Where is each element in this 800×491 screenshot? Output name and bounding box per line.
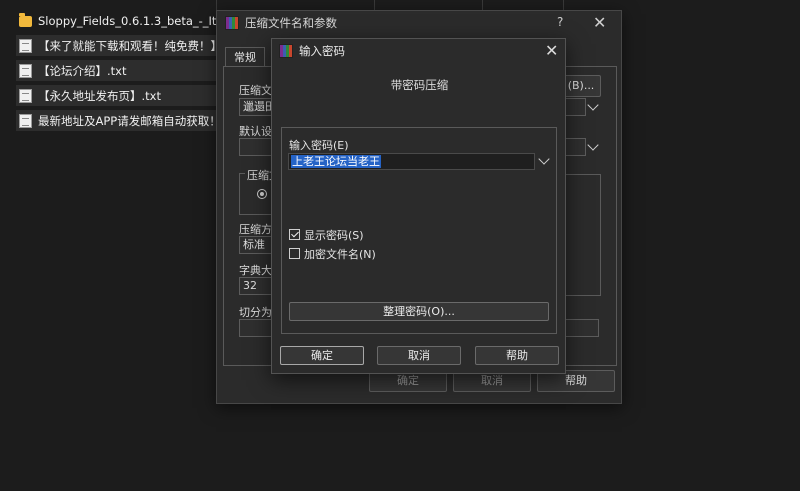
column-divider <box>374 0 375 10</box>
file-item[interactable]: 【来了就能下载和观看！纯免费！】.txt <box>16 35 221 56</box>
show-password-label[interactable]: 显示密码(S) <box>304 227 364 243</box>
winrar-icon <box>279 44 293 58</box>
password-input[interactable]: 上老王论坛当老王 <box>288 153 535 170</box>
password-label: 输入密码(E) <box>289 139 349 152</box>
help-icon[interactable]: ? <box>557 15 563 29</box>
method-label: 压缩方 <box>239 223 272 236</box>
tab-general[interactable]: 常规 <box>225 47 265 67</box>
file-item[interactable]: Sloppy_Fields_0.6.1.3_beta_-_Itch <box>16 10 221 31</box>
password-value: 上老王论坛当老王 <box>291 155 381 168</box>
split-field-end <box>561 319 599 337</box>
encrypt-filenames-checkbox[interactable] <box>289 248 300 259</box>
close-icon[interactable]: ✕ <box>593 13 606 32</box>
ok-button[interactable]: 确定 <box>280 346 364 365</box>
file-item[interactable]: 最新地址及APP请发邮箱自动获取！！ <box>16 110 221 131</box>
browse-button[interactable]: (B)... <box>561 75 601 97</box>
dialog-title: 输入密码 <box>299 44 345 58</box>
organize-passwords-button[interactable]: 整理密码(O)... <box>289 302 549 321</box>
dialog-titlebar: 输入密码 <box>272 39 565 63</box>
show-password-checkbox[interactable] <box>289 229 300 240</box>
folder-icon <box>19 12 32 27</box>
text-file-icon <box>19 38 32 53</box>
file-item[interactable]: 【论坛介绍】.txt <box>16 60 221 81</box>
dictionary-label: 字典大 <box>239 264 272 277</box>
dialog-title: 压缩文件名和参数 <box>245 16 337 30</box>
column-divider <box>482 0 483 10</box>
text-file-icon <box>19 88 32 103</box>
options-group-box <box>561 174 601 296</box>
text-file-icon <box>19 63 32 78</box>
help-button[interactable]: 帮助 <box>475 346 559 365</box>
default-settings-label: 默认设 <box>239 125 272 138</box>
file-name: 最新地址及APP请发邮箱自动获取！！ <box>38 113 221 128</box>
dialog-subtitle: 带密码压缩 <box>390 78 449 92</box>
column-divider <box>216 0 217 10</box>
encrypt-filenames-label[interactable]: 加密文件名(N) <box>304 246 376 262</box>
file-name: Sloppy_Fields_0.6.1.3_beta_-_Itch <box>38 13 221 28</box>
close-icon[interactable]: ✕ <box>545 41 558 60</box>
password-dialog: 输入密码 ✕ 带密码压缩 输入密码(E) 上老王论坛当老王 显示密码(S) 加密… <box>271 38 566 374</box>
file-name: 【来了就能下载和观看！纯免费！】.txt <box>38 38 221 53</box>
file-name: 【永久地址发布页】.txt <box>38 88 161 103</box>
winrar-icon <box>225 16 239 30</box>
cancel-button[interactable]: 取消 <box>377 346 461 365</box>
format-radio[interactable] <box>257 189 267 199</box>
archive-name-label: 压缩文 <box>239 84 272 97</box>
text-file-icon <box>19 113 32 128</box>
column-divider <box>563 0 564 10</box>
file-name: 【论坛介绍】.txt <box>38 63 127 78</box>
file-item[interactable]: 【永久地址发布页】.txt <box>16 85 221 106</box>
file-list: Sloppy_Fields_0.6.1.3_beta_-_Itch 【来了就能下… <box>16 10 221 135</box>
split-label: 切分为 <box>239 306 272 319</box>
